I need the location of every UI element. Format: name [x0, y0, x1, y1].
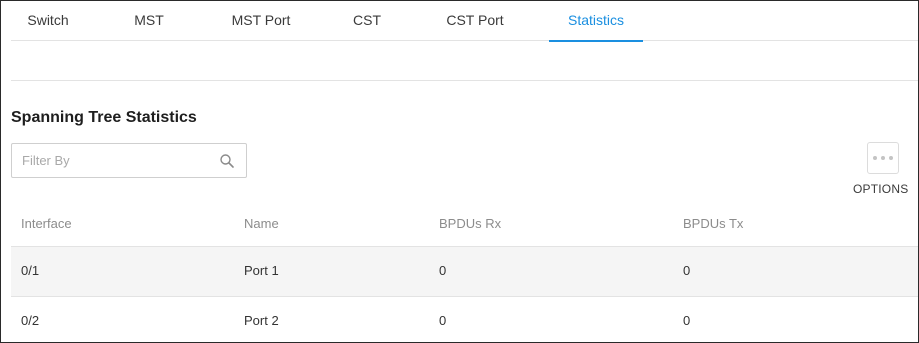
tab-mst[interactable]: MST: [124, 1, 174, 41]
tab-mst-port[interactable]: MST Port: [218, 1, 304, 41]
table-row[interactable]: 0/1 Port 1 0 0: [11, 247, 918, 297]
tab-bar: Switch MST MST Port CST CST Port Statist…: [11, 1, 918, 42]
options-label: OPTIONS: [853, 182, 909, 196]
cell-bpdus-rx: 0: [439, 313, 447, 328]
table-header: Interface Name BPDUs Rx BPDUs Tx: [11, 201, 918, 247]
column-header-interface[interactable]: Interface: [21, 216, 72, 231]
filter-input[interactable]: [12, 144, 212, 177]
column-header-name[interactable]: Name: [244, 216, 279, 231]
tab-cst-port[interactable]: CST Port: [433, 1, 517, 41]
cell-bpdus-tx: 0: [683, 313, 691, 328]
cell-interface: 0/1: [21, 263, 40, 278]
divider: [11, 80, 918, 81]
filter-box: [11, 143, 247, 178]
tab-cst[interactable]: CST: [342, 1, 392, 41]
cell-bpdus-tx: 0: [683, 263, 691, 278]
statistics-table: Interface Name BPDUs Rx BPDUs Tx 0/1 Por…: [11, 201, 918, 342]
options-button[interactable]: [867, 142, 899, 174]
cell-name: Port 1: [244, 263, 279, 278]
app-frame: Switch MST MST Port CST CST Port Statist…: [0, 0, 919, 343]
more-horizontal-icon: [868, 156, 898, 160]
cell-interface: 0/2: [21, 313, 40, 328]
cell-bpdus-rx: 0: [439, 263, 447, 278]
table-row[interactable]: 0/2 Port 2 0 0: [11, 297, 918, 342]
search-icon[interactable]: [219, 153, 235, 169]
page-title: Spanning Tree Statistics: [11, 109, 197, 126]
tab-switch[interactable]: Switch: [11, 1, 85, 41]
column-header-bpdus-tx[interactable]: BPDUs Tx: [683, 216, 743, 231]
column-header-bpdus-rx[interactable]: BPDUs Rx: [439, 216, 501, 231]
cell-name: Port 2: [244, 313, 279, 328]
tab-statistics[interactable]: Statistics: [549, 1, 643, 42]
